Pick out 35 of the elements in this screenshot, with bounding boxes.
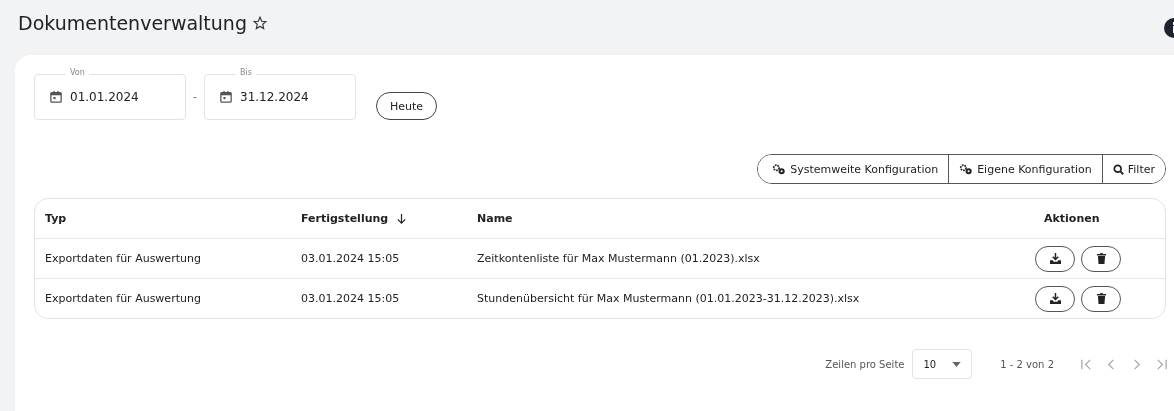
column-header[interactable]: Typ bbox=[45, 212, 67, 225]
download-icon bbox=[1049, 293, 1061, 304]
table-cell: Exportdaten für Auswertung bbox=[45, 252, 201, 265]
page-title: Dokumentenverwaltung bbox=[18, 12, 247, 34]
column-header[interactable]: Fertigstellung bbox=[301, 212, 408, 225]
calendar-icon bbox=[220, 91, 232, 103]
gears-icon bbox=[772, 163, 787, 175]
column-header[interactable]: Aktionen bbox=[1044, 212, 1100, 225]
table-cell: Exportdaten für Auswertung bbox=[45, 292, 201, 305]
search-icon bbox=[1112, 163, 1124, 175]
trash-icon bbox=[1096, 293, 1106, 304]
range-separator: - bbox=[192, 89, 198, 105]
table-cell: 03.01.2024 15:05 bbox=[301, 292, 400, 305]
filter-button[interactable]: Filter bbox=[1101, 155, 1165, 183]
dropdown-caret-icon bbox=[952, 361, 962, 367]
download-button[interactable] bbox=[1035, 245, 1075, 272]
today-button[interactable]: Heute bbox=[376, 92, 438, 120]
star-icon[interactable] bbox=[252, 16, 267, 30]
rows-per-page-label: Zeilen pro Seite bbox=[825, 358, 905, 370]
rows-per-page-select[interactable]: 10 bbox=[912, 349, 973, 379]
gears-icon bbox=[959, 163, 974, 175]
table-cell: 03.01.2024 15:05 bbox=[301, 252, 400, 265]
date-value: 31.12.2024 bbox=[240, 90, 309, 104]
delete-button[interactable] bbox=[1081, 245, 1121, 272]
download-button[interactable] bbox=[1035, 285, 1075, 312]
table-cell: Stundenübersicht für Max Mustermann (01.01.2023-31.12.2023).xlsx bbox=[477, 292, 860, 305]
download-icon bbox=[1049, 253, 1061, 264]
delete-button[interactable] bbox=[1081, 285, 1121, 312]
table-cell: Zeitkontenliste für Max Mustermann (01.2023).xlsx bbox=[477, 252, 760, 265]
calendar-icon bbox=[50, 91, 62, 103]
column-header[interactable]: Name bbox=[477, 212, 513, 225]
sort-arrow-icon bbox=[396, 213, 408, 224]
trash-icon bbox=[1096, 253, 1106, 264]
page-range: 1 - 2 von 2 bbox=[1000, 358, 1054, 370]
date-value: 01.01.2024 bbox=[70, 90, 139, 104]
